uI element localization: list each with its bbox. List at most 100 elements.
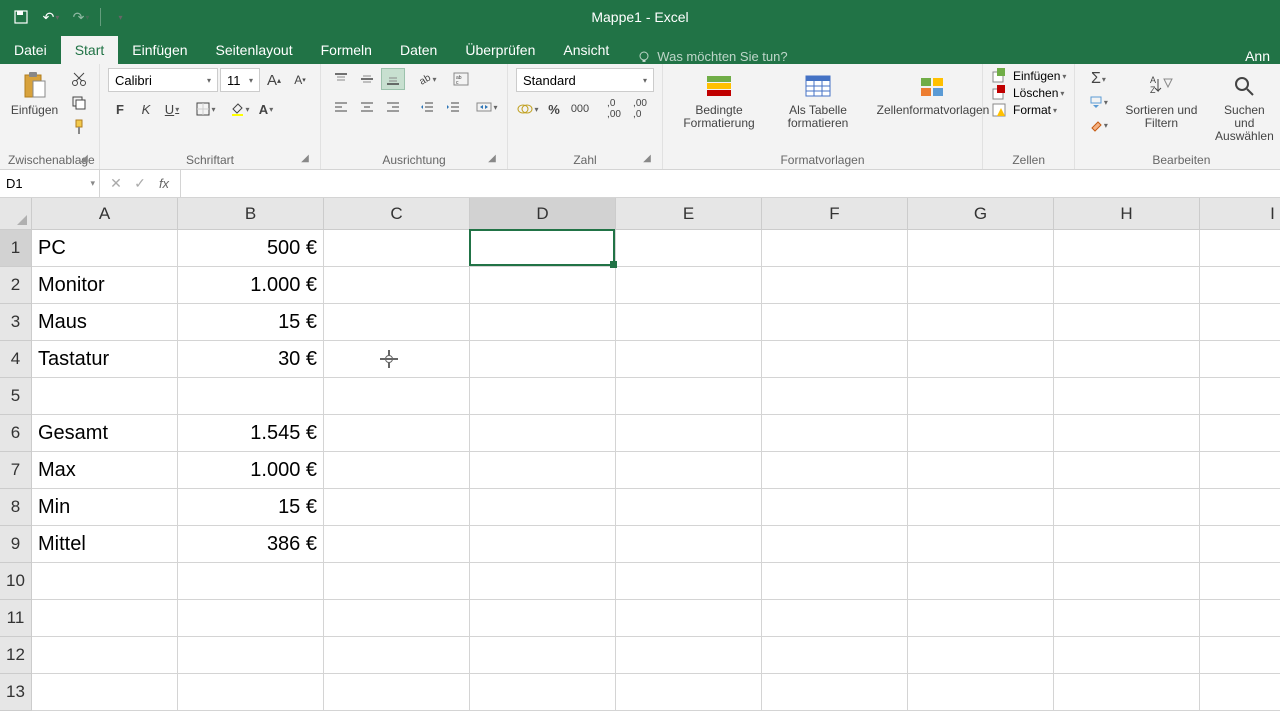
underline-button[interactable]: U▾ [160, 98, 184, 120]
merge-button[interactable]: ▾ [475, 96, 499, 118]
sort-filter-button[interactable]: AZ Sortieren und Filtern [1119, 68, 1203, 132]
cell-H2[interactable] [1054, 267, 1200, 304]
cell-B10[interactable] [178, 563, 324, 600]
font-color-button[interactable]: A▾ [254, 98, 278, 120]
cell-A9[interactable]: Mittel [32, 526, 178, 563]
row-header-1[interactable]: 1 [0, 230, 32, 267]
cell-B6[interactable]: 1.545 € [178, 415, 324, 452]
cell-I2[interactable] [1200, 267, 1280, 304]
cell-B4[interactable]: 30 € [178, 341, 324, 378]
paste-button[interactable]: Einfügen [8, 68, 61, 119]
cell-A12[interactable] [32, 637, 178, 674]
cell-B8[interactable]: 15 € [178, 489, 324, 526]
cell-F9[interactable] [762, 526, 908, 563]
cell-C2[interactable] [324, 267, 470, 304]
cell-E9[interactable] [616, 526, 762, 563]
cell-H7[interactable] [1054, 452, 1200, 489]
find-select-button[interactable]: Suchen und Auswählen [1209, 68, 1279, 146]
italic-button[interactable]: K [134, 98, 158, 120]
cell-I13[interactable] [1200, 674, 1280, 711]
cell-A4[interactable]: Tastatur [32, 341, 178, 378]
align-center-button[interactable] [355, 96, 379, 118]
row-header-2[interactable]: 2 [0, 267, 32, 304]
cell-F10[interactable] [762, 563, 908, 600]
cell-D8[interactable] [470, 489, 616, 526]
cell-C9[interactable] [324, 526, 470, 563]
cell-C8[interactable] [324, 489, 470, 526]
cell-A3[interactable]: Maus [32, 304, 178, 341]
column-header-A[interactable]: A [32, 198, 178, 230]
cell-A10[interactable] [32, 563, 178, 600]
cell-B7[interactable]: 1.000 € [178, 452, 324, 489]
cell-B12[interactable] [178, 637, 324, 674]
cell-D5[interactable] [470, 378, 616, 415]
cell-H8[interactable] [1054, 489, 1200, 526]
tab-start[interactable]: Start [61, 36, 119, 64]
cell-B2[interactable]: 1.000 € [178, 267, 324, 304]
cell-F7[interactable] [762, 452, 908, 489]
delete-cells-button[interactable]: Löschen▾ [991, 85, 1064, 101]
cell-I6[interactable] [1200, 415, 1280, 452]
cell-F1[interactable] [762, 230, 908, 267]
cell-B5[interactable] [178, 378, 324, 415]
align-bottom-button[interactable] [381, 68, 405, 90]
save-button[interactable] [8, 5, 34, 29]
cell-F5[interactable] [762, 378, 908, 415]
cell-E5[interactable] [616, 378, 762, 415]
cell-H3[interactable] [1054, 304, 1200, 341]
column-header-D[interactable]: D [470, 198, 616, 230]
enter-formula-button[interactable]: ✓ [128, 175, 152, 192]
cell-H4[interactable] [1054, 341, 1200, 378]
cell-G13[interactable] [908, 674, 1054, 711]
cell-D11[interactable] [470, 600, 616, 637]
undo-button[interactable]: ↶▾ [38, 5, 64, 29]
cell-C7[interactable] [324, 452, 470, 489]
cell-B13[interactable] [178, 674, 324, 711]
cell-H12[interactable] [1054, 637, 1200, 674]
cell-H13[interactable] [1054, 674, 1200, 711]
align-right-button[interactable] [381, 96, 405, 118]
cell-C12[interactable] [324, 637, 470, 674]
increase-indent-button[interactable] [441, 96, 465, 118]
wrap-text-button[interactable]: abc [449, 68, 473, 90]
comma-button[interactable]: 000 [568, 98, 592, 120]
cell-I1[interactable] [1200, 230, 1280, 267]
cell-G3[interactable] [908, 304, 1054, 341]
cell-F4[interactable] [762, 341, 908, 378]
cell-C6[interactable] [324, 415, 470, 452]
cell-I8[interactable] [1200, 489, 1280, 526]
cell-C5[interactable] [324, 378, 470, 415]
column-header-C[interactable]: C [324, 198, 470, 230]
cell-C4[interactable] [324, 341, 470, 378]
cell-E1[interactable] [616, 230, 762, 267]
column-header-G[interactable]: G [908, 198, 1054, 230]
cell-G9[interactable] [908, 526, 1054, 563]
cell-B1[interactable]: 500 € [178, 230, 324, 267]
cell-G5[interactable] [908, 378, 1054, 415]
number-format-combo[interactable]: Standard▾ [516, 68, 654, 92]
cell-I11[interactable] [1200, 600, 1280, 637]
cell-G11[interactable] [908, 600, 1054, 637]
cell-E4[interactable] [616, 341, 762, 378]
cell-styles-button[interactable]: Zellenformatvorlagen [869, 68, 997, 119]
cell-D1[interactable] [470, 230, 616, 267]
fill-color-button[interactable]: ▾ [228, 98, 252, 120]
cell-A13[interactable] [32, 674, 178, 711]
cell-F2[interactable] [762, 267, 908, 304]
fill-button[interactable]: ▾ [1083, 91, 1113, 113]
qat-customize[interactable]: ▾ [107, 5, 133, 29]
row-header-4[interactable]: 4 [0, 341, 32, 378]
cell-F3[interactable] [762, 304, 908, 341]
cancel-formula-button[interactable]: ✕ [104, 175, 128, 192]
format-cells-button[interactable]: Format▾ [991, 102, 1057, 118]
cell-I10[interactable] [1200, 563, 1280, 600]
cell-D6[interactable] [470, 415, 616, 452]
cell-E12[interactable] [616, 637, 762, 674]
column-header-E[interactable]: E [616, 198, 762, 230]
cell-I9[interactable] [1200, 526, 1280, 563]
column-header-B[interactable]: B [178, 198, 324, 230]
cell-H6[interactable] [1054, 415, 1200, 452]
cell-A8[interactable]: Min [32, 489, 178, 526]
insert-cells-button[interactable]: Einfügen▾ [991, 68, 1066, 84]
tab-einfuegen[interactable]: Einfügen [118, 36, 201, 64]
